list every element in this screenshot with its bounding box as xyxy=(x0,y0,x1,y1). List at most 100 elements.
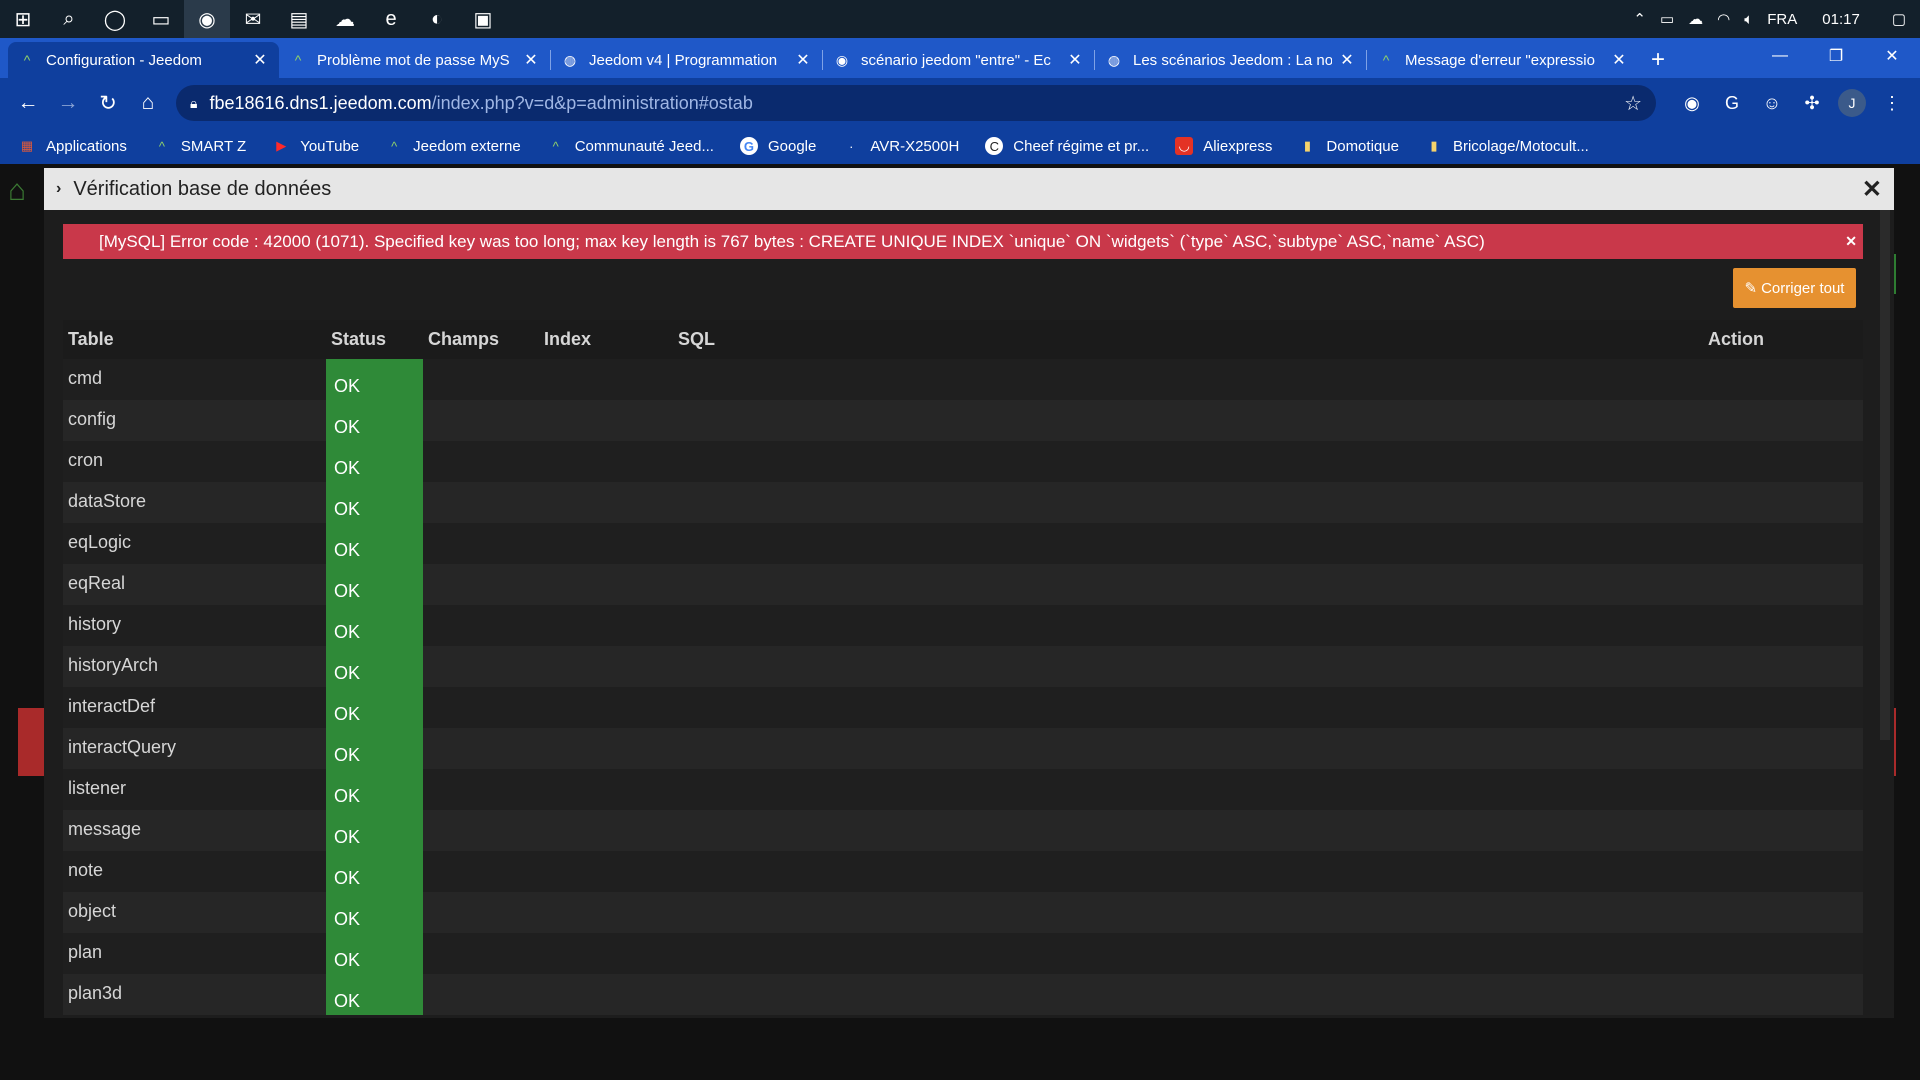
chrome-extension-icon[interactable]: ◉ xyxy=(1672,83,1712,123)
error-message: [MySQL] Error code : 42000 (1071). Speci… xyxy=(99,231,1485,251)
close-alert-icon[interactable]: ✕ xyxy=(1845,233,1857,250)
bookmark-domotique[interactable]: ▮ Domotique xyxy=(1298,137,1399,155)
avatar: J xyxy=(1838,89,1866,117)
bookmark-avr-x2500h[interactable]: · AVR-X2500H xyxy=(842,137,959,155)
search-icon[interactable]: ⌕ xyxy=(46,0,92,38)
new-tab-button[interactable]: + xyxy=(1638,42,1678,78)
column-header-sql: SQL xyxy=(673,320,1703,359)
bookmark-label: SMART Z xyxy=(180,137,247,155)
apps-grid-icon: ▦ xyxy=(20,138,34,153)
clock[interactable]: 01:17 xyxy=(1804,11,1878,28)
tab-message-erreur[interactable]: ^ Message d'erreur "expressio ✕ xyxy=(1367,42,1638,78)
table-row: cron OK xyxy=(63,441,1863,482)
notifications-icon[interactable]: ▢ xyxy=(1878,10,1920,28)
onedrive-tray-icon[interactable]: ☁ xyxy=(1681,10,1710,28)
close-tab-icon[interactable]: ✕ xyxy=(251,50,269,70)
jeedom-favicon-icon: ^ xyxy=(1382,52,1390,68)
status-badge: OK xyxy=(326,769,423,810)
wifi-icon[interactable]: ◠ xyxy=(1710,10,1737,28)
windows-taskbar: ⊞ ⌕ ◯ ▭ ◉ ✉ ▤ ☁ e ◐ ▣ ⌃ ▭ ☁ ◠ 🔈︎ FRA 01:… xyxy=(0,0,1920,38)
table-name: eqReal xyxy=(63,564,326,605)
chevron-up-icon[interactable]: ⌃ xyxy=(1626,10,1653,28)
profile-button[interactable]: J xyxy=(1832,83,1872,123)
translate-extension-icon[interactable]: G xyxy=(1712,83,1752,123)
bookmark-cheef[interactable]: C Cheef régime et pr... xyxy=(985,137,1149,155)
tab-title: Configuration - Jeedom xyxy=(46,51,202,69)
tab-title: Les scénarios Jeedom : La no xyxy=(1133,51,1332,69)
globe-favicon-icon: ◍ xyxy=(563,51,577,68)
tab-scenario-jeedom[interactable]: ◉ scénario jeedom "entre" - Ec ✕ xyxy=(823,42,1094,78)
battery-icon[interactable]: ▭ xyxy=(1653,10,1681,28)
tab-jeedom-v4[interactable]: ◍ Jeedom v4 | Programmation ✕ xyxy=(551,42,822,78)
close-tab-icon[interactable]: ✕ xyxy=(794,50,812,70)
bookmark-smart-z[interactable]: ^ SMART Z xyxy=(153,137,246,155)
url-path: /index.php?v=d&p=administration#ostab xyxy=(431,92,753,113)
bookmark-bricolage[interactable]: ▮ Bricolage/Motocult... xyxy=(1425,137,1588,155)
lock-icon[interactable]: 🔒︎ xyxy=(190,95,197,112)
file-explorer-icon[interactable]: ▤ xyxy=(276,0,322,38)
home-icon[interactable]: ⌂ xyxy=(128,83,168,123)
tab-probleme-mot-de-passe[interactable]: ^ Problème mot de passe MyS ✕ xyxy=(279,42,550,78)
table-row: note OK xyxy=(63,851,1863,892)
globe-favicon-icon: ◍ xyxy=(1107,51,1121,68)
close-window-icon[interactable]: ✕ xyxy=(1864,38,1920,74)
tab-title: Problème mot de passe MyS xyxy=(317,51,510,69)
bookmark-label: Communauté Jeed... xyxy=(574,137,714,155)
status-badge: OK xyxy=(326,359,423,400)
scrollbar[interactable] xyxy=(1880,210,1890,740)
bookmark-star-icon[interactable]: ☆ xyxy=(1624,91,1642,116)
table-row: history OK xyxy=(63,605,1863,646)
window-controls: — ❐ ✕ xyxy=(1752,38,1920,74)
cortana-icon[interactable]: ◯ xyxy=(92,0,138,38)
bookmark-youtube[interactable]: ▶ YouTube xyxy=(272,137,359,155)
column-header-table: Table xyxy=(63,320,326,359)
bookmark-google[interactable]: G Google xyxy=(739,137,816,155)
reload-icon[interactable]: ↻ xyxy=(88,83,128,123)
close-modal-icon[interactable]: ✕ xyxy=(1862,175,1882,204)
chrome-icon[interactable]: ◉ xyxy=(184,0,230,38)
table-name: listener xyxy=(63,769,326,810)
table-name: message xyxy=(63,810,326,851)
bookmark-aliexpress[interactable]: ◡ Aliexpress xyxy=(1175,137,1272,155)
close-tab-icon[interactable]: ✕ xyxy=(1066,50,1084,70)
table-row: cmd OK xyxy=(63,359,1863,400)
task-view-icon[interactable]: ▭ xyxy=(138,0,184,38)
edge-icon[interactable]: ◐ xyxy=(414,0,460,38)
onedrive-icon[interactable]: ☁ xyxy=(322,0,368,38)
status-badge: OK xyxy=(326,851,423,892)
address-bar[interactable]: 🔒︎ fbe18616.dns1.jeedom.com/index.php?v=… xyxy=(176,85,1656,121)
bookmark-applications[interactable]: ▦ Applications xyxy=(18,137,127,155)
tab-configuration-jeedom[interactable]: ^ Configuration - Jeedom ✕ xyxy=(8,42,279,78)
photos-icon[interactable]: ▣ xyxy=(460,0,506,38)
table-name: config xyxy=(63,400,326,441)
table-row: plan3d OK xyxy=(63,974,1863,1015)
bookmark-jeedom-externe[interactable]: ^ Jeedom externe xyxy=(385,137,521,155)
status-badge: OK xyxy=(326,933,423,974)
close-tab-icon[interactable]: ✕ xyxy=(1338,50,1356,70)
windows-start-icon[interactable]: ⊞ xyxy=(0,0,46,38)
background-red-alert xyxy=(18,708,46,776)
fix-all-button[interactable]: ✎ Corriger tout xyxy=(1733,268,1856,308)
table-row: listener OK xyxy=(63,769,1863,810)
mail-icon[interactable]: ✉ xyxy=(230,0,276,38)
internet-explorer-icon[interactable]: e xyxy=(368,0,414,38)
menu-kebab-icon[interactable]: ⋮ xyxy=(1872,83,1912,123)
restore-icon[interactable]: ❐ xyxy=(1808,38,1864,74)
tab-title: Message d'erreur "expressio xyxy=(1405,51,1595,69)
youtube-icon: ▶ xyxy=(276,138,287,153)
minimize-icon[interactable]: — xyxy=(1752,38,1808,74)
language-indicator[interactable]: FRA xyxy=(1760,11,1804,28)
system-tray: ⌃ ▭ ☁ ◠ 🔈︎ FRA 01:17 ▢ xyxy=(1626,0,1920,38)
tab-scenarios-jeedom[interactable]: ◍ Les scénarios Jeedom : La no ✕ xyxy=(1095,42,1366,78)
smiley-extension-icon[interactable]: ☺ xyxy=(1752,83,1792,123)
back-icon[interactable]: ← xyxy=(8,83,48,123)
jeedom-favicon-icon: ^ xyxy=(294,52,302,68)
close-tab-icon[interactable]: ✕ xyxy=(1610,50,1628,70)
bookmark-communaute-jeedom[interactable]: ^ Communauté Jeed... xyxy=(547,137,714,155)
volume-icon[interactable]: 🔈︎ xyxy=(1737,11,1760,28)
table-name: history xyxy=(63,605,326,646)
forward-icon[interactable]: → xyxy=(48,83,88,123)
extensions-puzzle-icon[interactable]: ✣ xyxy=(1792,83,1832,123)
table-row: eqReal OK xyxy=(63,564,1863,605)
close-tab-icon[interactable]: ✕ xyxy=(522,50,540,70)
